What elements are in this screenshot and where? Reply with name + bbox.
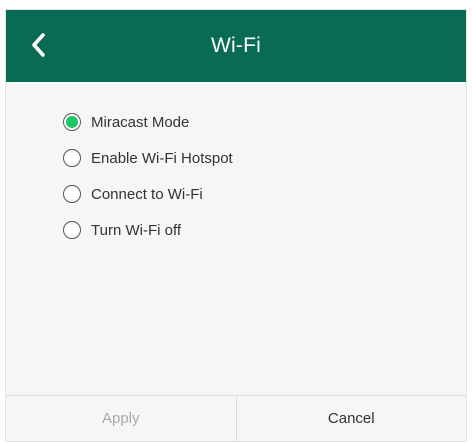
option-label: Miracast Mode bbox=[91, 113, 190, 131]
option-miracast-mode[interactable]: Miracast Mode bbox=[63, 104, 233, 140]
radio-button[interactable] bbox=[63, 149, 81, 167]
option-label: Connect to Wi-Fi bbox=[91, 185, 203, 203]
radio-button-selected[interactable] bbox=[63, 113, 81, 131]
header-bar: Wi-Fi bbox=[6, 10, 466, 82]
option-enable-wifi-hotspot[interactable]: Enable Wi-Fi Hotspot bbox=[63, 140, 233, 176]
page-title: Wi-Fi bbox=[211, 34, 261, 57]
option-label: Turn Wi-Fi off bbox=[91, 221, 182, 239]
option-label: Enable Wi-Fi Hotspot bbox=[91, 149, 233, 167]
option-connect-to-wifi[interactable]: Connect to Wi-Fi bbox=[63, 176, 233, 212]
dialog-footer: Apply Cancel bbox=[6, 395, 466, 441]
cancel-button[interactable]: Cancel bbox=[236, 396, 466, 441]
wifi-dialog: Wi-Fi Miracast Mode Enable Wi-Fi Hotspot… bbox=[5, 9, 467, 442]
radio-button[interactable] bbox=[63, 221, 81, 239]
wifi-mode-options: Miracast Mode Enable Wi-Fi Hotspot Conne… bbox=[63, 104, 233, 248]
apply-button[interactable]: Apply bbox=[6, 396, 237, 441]
option-turn-wifi-off[interactable]: Turn Wi-Fi off bbox=[63, 212, 233, 248]
radio-button[interactable] bbox=[63, 185, 81, 203]
